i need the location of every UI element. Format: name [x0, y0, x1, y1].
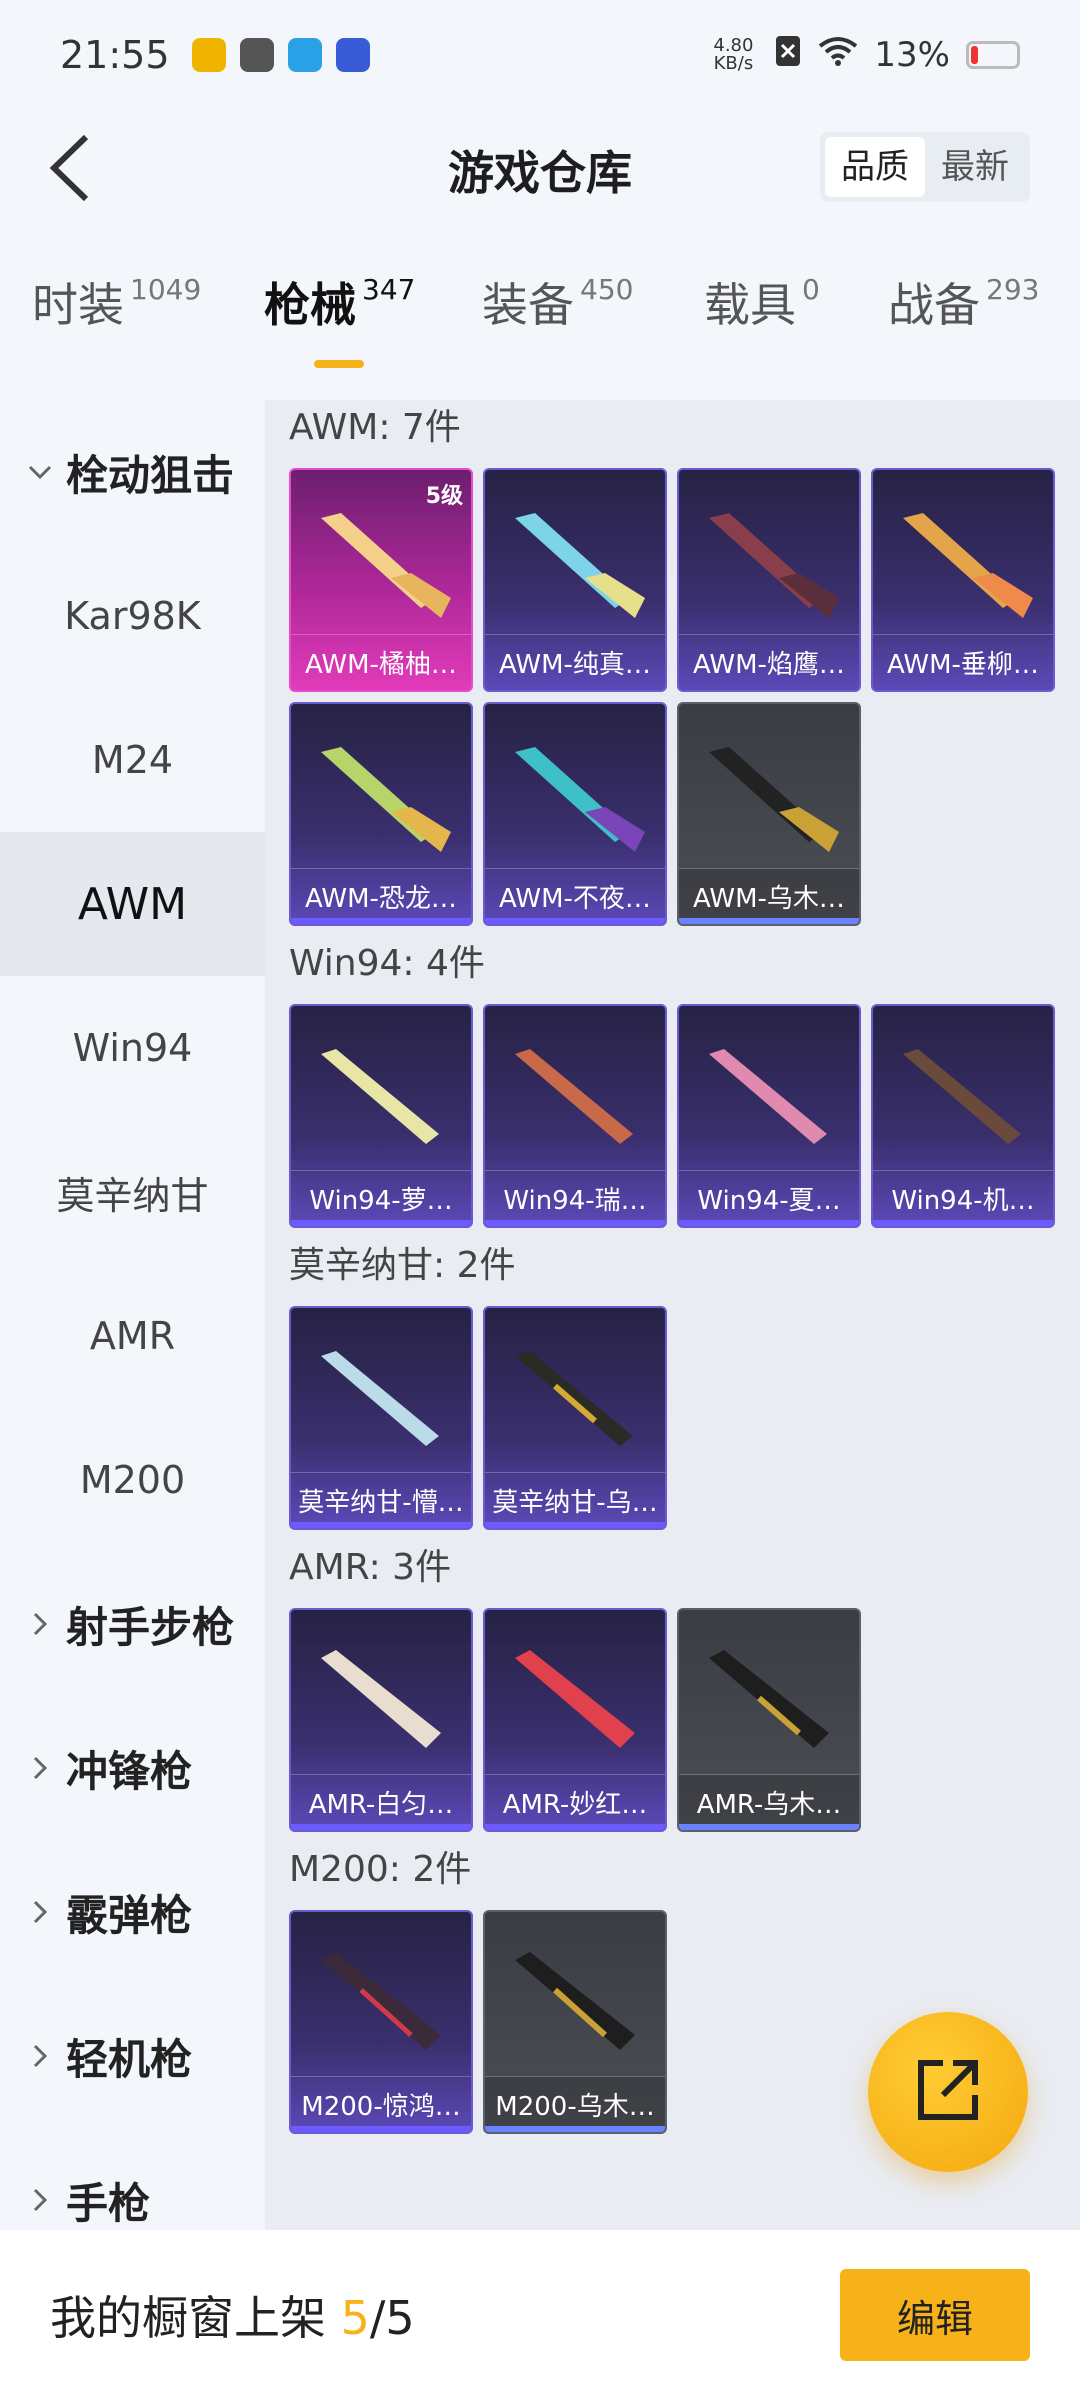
app-notification-icon	[335, 38, 370, 72]
chevron-right-icon	[20, 1755, 60, 1781]
section-title-mosin: 莫辛纳甘: 2件	[289, 1245, 516, 1286]
sidebar-group-bolt-sniper[interactable]: 栓动狙击	[0, 400, 265, 544]
sidebar-item-mosin[interactable]: 莫辛纳甘	[0, 1120, 265, 1264]
battery-icon	[966, 41, 1020, 69]
tab-active-indicator	[314, 360, 364, 368]
rifle-icon	[515, 1351, 633, 1446]
skin-card[interactable]: AMR-乌木…	[677, 1608, 861, 1832]
sidebar-group-dmr[interactable]: 射手步枪	[0, 1552, 265, 1696]
sniper-rifle-icon	[709, 747, 839, 852]
chevron-left-icon	[48, 133, 92, 207]
sidebar-item-awm[interactable]: AWM	[0, 832, 265, 976]
showcase-footer: 我的橱窗上架 5/5 编辑	[0, 2230, 1080, 2400]
sidebar-group-lmg[interactable]: 轻机枪	[0, 1984, 265, 2128]
back-button[interactable]	[30, 130, 110, 210]
chevron-right-icon	[20, 2187, 60, 2213]
status-time: 21:55	[60, 33, 170, 77]
sniper-rifle-icon	[515, 1952, 635, 2050]
tab-equipment[interactable]: 装备 450	[482, 270, 704, 380]
skin-card[interactable]: 5级 AWM-橘柚…	[289, 468, 473, 692]
sort-quality-button[interactable]: 品质	[825, 137, 925, 197]
sidebar-item-win94[interactable]: Win94	[0, 976, 265, 1120]
sidebar-group-shotgun[interactable]: 霰弹枪	[0, 1840, 265, 1984]
sniper-rifle-icon	[515, 1650, 635, 1748]
rifle-icon	[321, 1351, 439, 1446]
share-button[interactable]	[868, 2012, 1028, 2172]
app-notification-icon	[191, 38, 226, 72]
tab-fashion[interactable]: 时装 1049	[32, 270, 264, 380]
skin-card[interactable]: 莫辛纳甘-懵…	[289, 1306, 473, 1530]
sort-toggle: 品质 最新	[820, 132, 1030, 202]
skin-card[interactable]: AWM-纯真…	[483, 468, 667, 692]
share-icon	[913, 2055, 983, 2129]
sniper-rifle-icon	[515, 747, 645, 852]
rifle-icon	[709, 1049, 827, 1144]
sidebar-item-amr[interactable]: AMR	[0, 1264, 265, 1408]
sniper-rifle-icon	[321, 1650, 441, 1748]
edit-button[interactable]: 编辑	[840, 2269, 1030, 2361]
tab-vehicles[interactable]: 载具 0	[704, 270, 888, 380]
app-notification-icon	[239, 38, 274, 72]
chevron-down-icon	[20, 463, 60, 481]
sniper-rifle-icon	[903, 513, 1033, 618]
rifle-icon	[515, 1049, 633, 1144]
sniper-rifle-icon	[515, 513, 645, 618]
section-title-amr: AMR: 3件	[289, 1547, 452, 1588]
section-title-win94: Win94: 4件	[289, 943, 485, 984]
battery-percent: 13%	[874, 35, 950, 75]
telegram-icon	[287, 38, 322, 72]
section-title-awm: AWM: 7件	[289, 407, 461, 448]
header: 游戏仓库 品质 最新	[0, 110, 1080, 230]
skin-card[interactable]: AWM-垂柳…	[871, 468, 1055, 692]
weapon-type-sidebar: 栓动狙击 Kar98K M24 AWM Win94 莫辛纳甘 AMR M200 …	[0, 400, 265, 2230]
skin-card[interactable]: Win94-萝…	[289, 1004, 473, 1228]
showcase-status: 我的橱窗上架 5/5	[50, 2291, 415, 2345]
skin-card[interactable]: AWM-恐龙…	[289, 702, 473, 926]
sort-latest-button[interactable]: 最新	[925, 137, 1025, 197]
sidebar-item-m200[interactable]: M200	[0, 1408, 265, 1552]
category-tabs: 时装 1049 枪械 347 装备 450 载具 0 战备 293	[0, 270, 1080, 380]
sidebar-group-smg[interactable]: 冲锋枪	[0, 1696, 265, 1840]
sniper-rifle-icon	[321, 513, 451, 618]
skin-card[interactable]: M200-惊鸿…	[289, 1910, 473, 2134]
sniper-rifle-icon	[709, 1650, 829, 1748]
chevron-right-icon	[20, 2043, 60, 2069]
sidebar-item-kar98k[interactable]: Kar98K	[0, 544, 265, 688]
sniper-rifle-icon	[321, 747, 451, 852]
section-title-m200: M200: 2件	[289, 1849, 472, 1890]
rifle-icon	[321, 1049, 439, 1144]
net-speed: 4.80 KB/s	[713, 35, 754, 74]
wifi-icon	[818, 35, 858, 75]
sidebar-item-m24[interactable]: M24	[0, 688, 265, 832]
page-title: 游戏仓库	[448, 146, 632, 200]
sniper-rifle-icon	[709, 513, 839, 618]
tab-firearms[interactable]: 枪械 347	[264, 270, 482, 380]
sim-off-icon	[774, 34, 802, 77]
tab-supplies[interactable]: 战备 293	[888, 270, 1068, 380]
weapon-grid: AWM: 7件 5级 AWM-橘柚… AWM-纯真… AWM-焰鹰… AWM-垂…	[265, 400, 1080, 2230]
skin-card[interactable]: 莫辛纳甘-乌…	[483, 1306, 667, 1530]
skin-card[interactable]: Win94-瑞…	[483, 1004, 667, 1228]
skin-card[interactable]: M200-乌木…	[483, 1910, 667, 2134]
skin-card[interactable]: AMR-妙红…	[483, 1608, 667, 1832]
chevron-right-icon	[20, 1899, 60, 1925]
status-bar: 21:55 4.80 KB/s 13%	[0, 0, 1080, 110]
skin-card[interactable]: AWM-不夜…	[483, 702, 667, 926]
skin-card[interactable]: AWM-焰鹰…	[677, 468, 861, 692]
skin-card[interactable]: AMR-白匀…	[289, 1608, 473, 1832]
rifle-icon	[903, 1049, 1021, 1144]
chevron-right-icon	[20, 1611, 60, 1637]
skin-card[interactable]: Win94-夏…	[677, 1004, 861, 1228]
skin-card[interactable]: AWM-乌木…	[677, 702, 861, 926]
sniper-rifle-icon	[321, 1952, 441, 2050]
skin-card[interactable]: Win94-机…	[871, 1004, 1055, 1228]
